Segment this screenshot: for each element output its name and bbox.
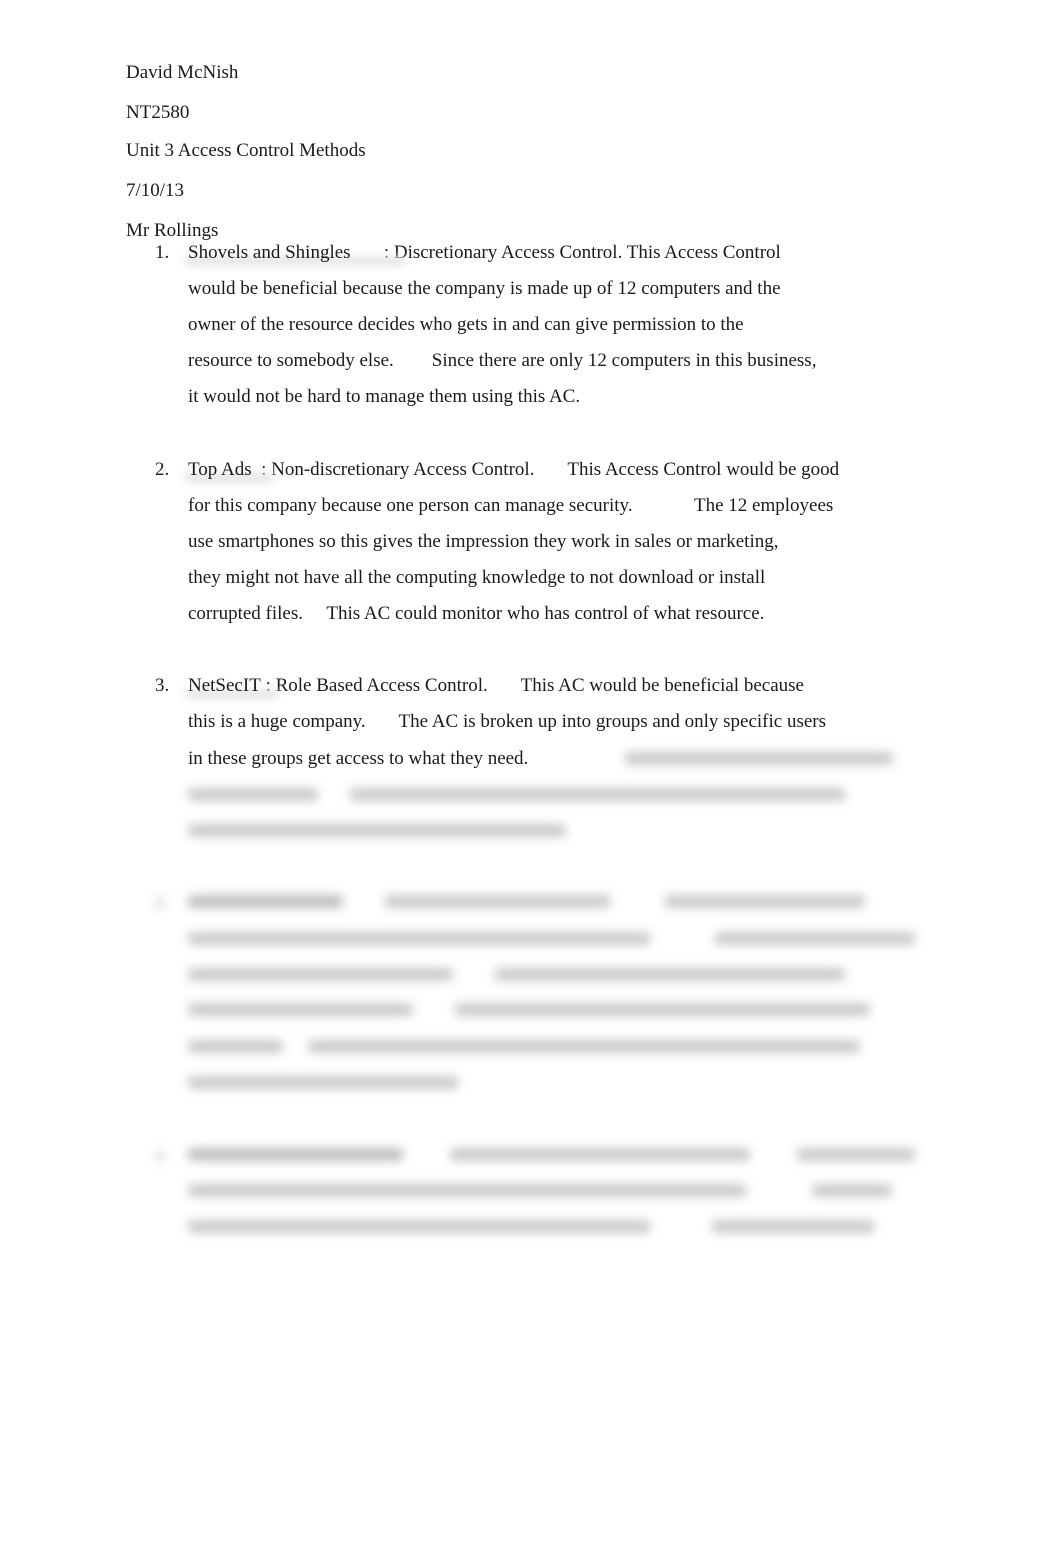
document-page: David McNish NT2580 Unit 3 Access Contro… [0, 0, 1062, 1561]
redacted-content [0, 0, 1062, 1561]
redacted-line [712, 1220, 874, 1233]
redacted-line [188, 932, 650, 945]
redacted-line [797, 1148, 915, 1161]
redacted-line [450, 1148, 750, 1161]
redacted-line [188, 788, 318, 801]
redacted-item-number [155, 1150, 165, 1162]
redacted-line [350, 788, 845, 801]
redacted-line [188, 824, 566, 837]
redacted-line [308, 1040, 860, 1053]
redacted-line [188, 1184, 746, 1197]
redacted-company-name [188, 895, 343, 908]
redacted-line [188, 1003, 413, 1016]
redacted-line [625, 752, 893, 765]
redacted-company-name [188, 1148, 403, 1161]
redacted-line [665, 895, 865, 908]
redacted-item-number [155, 897, 165, 909]
redacted-line [188, 968, 453, 981]
redacted-line [385, 895, 610, 908]
redacted-line [455, 1003, 870, 1016]
redacted-line [812, 1184, 892, 1197]
redacted-line [715, 932, 915, 945]
redacted-line [495, 968, 845, 981]
redacted-line [188, 1076, 458, 1089]
redacted-line [188, 1040, 283, 1053]
redacted-line [188, 1220, 650, 1233]
